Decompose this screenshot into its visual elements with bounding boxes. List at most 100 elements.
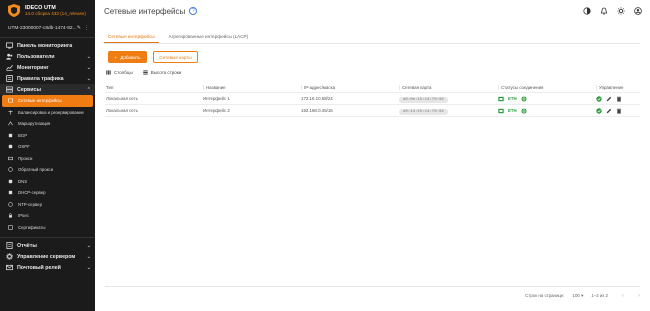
tabs: Сетевые интерфейсы Агрегированные интерф… — [104, 30, 640, 44]
cell-type: Локальная сеть — [106, 96, 138, 101]
sidebar-subitem-reverse-proxy[interactable]: Обратный прокси — [0, 164, 95, 176]
eth-status-label: ETH — [508, 96, 517, 101]
next-page-icon[interactable]: › — [638, 293, 640, 299]
bell-icon[interactable] — [600, 7, 608, 15]
rows-per-page-value: 100 — [572, 292, 580, 298]
sidebar-subitem-label: IPsec — [18, 213, 29, 219]
tab-network-interfaces[interactable]: Сетевые интерфейсы — [104, 30, 159, 43]
device-row: UTM-23000007-c8db-1474-82... ✎ ⋮ — [0, 23, 95, 33]
sidebar-item-label: Почтовый релей — [17, 264, 61, 271]
sidebar-item-label: Правила трафика — [17, 75, 64, 82]
table-tools: Столбцы Высота строки — [106, 70, 650, 75]
ipsec-icon — [9, 213, 12, 218]
sidebar-item-services[interactable]: Сервисы ⌃ — [0, 84, 95, 95]
prev-page-icon[interactable]: ‹ — [622, 293, 624, 299]
sidebar-subitem-ntp[interactable]: NTP-сервер — [0, 199, 95, 211]
sidebar-subitem-network-interfaces[interactable]: Сетевые интерфейсы — [2, 95, 93, 107]
delete-icon[interactable] — [616, 108, 622, 114]
reverse-proxy-icon — [8, 167, 13, 172]
monitoring-icon — [6, 65, 13, 71]
plus-icon: + — [114, 54, 118, 60]
edit-icon[interactable] — [606, 108, 612, 114]
sidebar-item-label: Управление сервером — [17, 253, 76, 260]
add-button-label: Добавить — [120, 54, 141, 60]
cell-network-card: d0:14:15:14:70:02 — [399, 108, 498, 115]
sidebar-subitem-dns[interactable]: DNS — [0, 176, 95, 188]
eth-status-label: ETH — [508, 108, 517, 113]
sidebar-subitem-certificates[interactable]: Сертификаты — [0, 222, 95, 234]
column-header-type[interactable]: Тип — [105, 85, 203, 90]
rows-per-page-select[interactable]: 100 ▾ — [573, 293, 584, 299]
cell-actions — [596, 107, 640, 114]
bgp-icon — [8, 133, 13, 137]
enabled-toggle-icon[interactable] — [596, 95, 602, 102]
add-button[interactable]: + Добавить — [108, 51, 147, 63]
mac-chip: d0:14:15:14:70:02 — [399, 108, 448, 115]
brightness-icon[interactable] — [617, 7, 625, 15]
table-header-row: Тип Название IP-адрес/маска Сетевая карт… — [105, 83, 640, 93]
network-interfaces-icon — [8, 98, 13, 103]
ethernet-port-icon — [498, 96, 504, 101]
sidebar-subitem-label: Прокси — [18, 155, 33, 161]
sidebar-subitem-label: Сертификаты — [18, 224, 46, 230]
sidebar-item-label: Сервисы — [17, 86, 41, 93]
sidebar-item-mail-relay[interactable]: Почтовый релей ⌄ — [0, 262, 95, 273]
sidebar-subitem-proxy[interactable]: Прокси — [0, 153, 95, 165]
edit-icon[interactable]: ✎ — [77, 25, 81, 31]
column-header-ip[interactable]: IP-адрес/маска — [301, 85, 399, 90]
tab-lacp[interactable]: Агрегированные интерфейсы (LACP) — [165, 30, 252, 43]
delete-icon[interactable] — [616, 96, 622, 102]
sidebar-subitem-balancing[interactable]: Балансировка и резервирование — [0, 107, 95, 119]
sidebar-item-users[interactable]: Пользователи ⌄ — [0, 51, 95, 62]
sidebar-item-label: Панель мониторинга — [17, 42, 73, 49]
theme-toggle-icon[interactable] — [583, 7, 591, 15]
columns-button[interactable]: Столбцы — [106, 70, 133, 75]
column-header-network-card[interactable]: Сетевая карта — [399, 85, 498, 90]
sidebar-subitem-label: OSPF — [18, 144, 30, 150]
table-row[interactable]: Локальная сеть Интерфейс 2 192.168.0.45/… — [105, 105, 640, 117]
sidebar-item-reports[interactable]: Отчёты ⌄ — [0, 240, 95, 251]
columns-label: Столбцы — [114, 70, 133, 75]
row-height-label: Высота строки — [150, 70, 182, 75]
sidebar-item-server-management[interactable]: Управление сервером ⌄ — [0, 251, 95, 262]
chevron-down-icon: ⌄ — [86, 64, 91, 71]
table-row[interactable]: Локальная сеть Интерфейс 1 172.16.10.58/… — [105, 93, 640, 105]
more-icon[interactable]: ⋮ — [84, 25, 89, 31]
globe-icon — [521, 95, 527, 102]
column-header-status[interactable]: Статусы соединения — [498, 85, 596, 90]
certificates-icon — [8, 225, 13, 230]
traffic-rules-icon — [6, 75, 13, 82]
sidebar-subitem-ospf[interactable]: OSPF — [0, 141, 95, 153]
globe-icon — [521, 107, 527, 114]
page-title: Сетевые интерфейсы — [104, 6, 186, 16]
sidebar-subitem-ipsec[interactable]: IPsec — [0, 210, 95, 222]
interfaces-table: Тип Название IP-адрес/маска Сетевая карт… — [105, 83, 640, 117]
sidebar-item-dashboard[interactable]: Панель мониторинга — [0, 40, 95, 51]
ntp-icon — [8, 202, 13, 207]
sidebar-subitem-label: DNS — [18, 178, 28, 184]
rows-per-page-label: Строк на странице: — [525, 293, 565, 298]
network-cards-button[interactable]: Сетевые карты — [153, 51, 198, 63]
sidebar-subitem-routing[interactable]: Маршрутизация — [0, 118, 95, 130]
account-icon[interactable] — [634, 7, 642, 15]
sidebar-subitem-dhcp[interactable]: DHCP-сервер — [0, 187, 95, 199]
sidebar-divider — [0, 37, 95, 38]
row-height-button[interactable]: Высота строки — [142, 70, 182, 75]
ospf-icon — [8, 145, 13, 149]
help-icon[interactable]: ? — [189, 7, 198, 15]
chevron-down-icon: ⌄ — [86, 253, 91, 260]
sidebar-item-traffic-rules[interactable]: Правила трафика ⌄ — [0, 73, 95, 84]
edit-icon[interactable] — [606, 96, 612, 102]
column-header-name[interactable]: Название — [203, 85, 301, 90]
chevron-down-icon: ⌄ — [86, 53, 91, 60]
sidebar-subitem-label: Маршрутизация — [18, 121, 51, 127]
column-header-actions[interactable]: Управление — [596, 85, 640, 90]
brand[interactable]: IDECO UTM 14.0 сборка 433 (14_release) — [0, 0, 95, 20]
cell-status: ETH — [498, 107, 596, 114]
row-height-icon — [142, 70, 148, 75]
enabled-toggle-icon[interactable] — [596, 107, 602, 114]
dhcp-icon — [8, 191, 13, 195]
sidebar-subitem-bgp[interactable]: BGP — [0, 130, 95, 142]
sidebar-item-monitoring[interactable]: Мониторинг ⌄ — [0, 62, 95, 73]
chevron-up-icon: ⌃ — [86, 86, 91, 93]
